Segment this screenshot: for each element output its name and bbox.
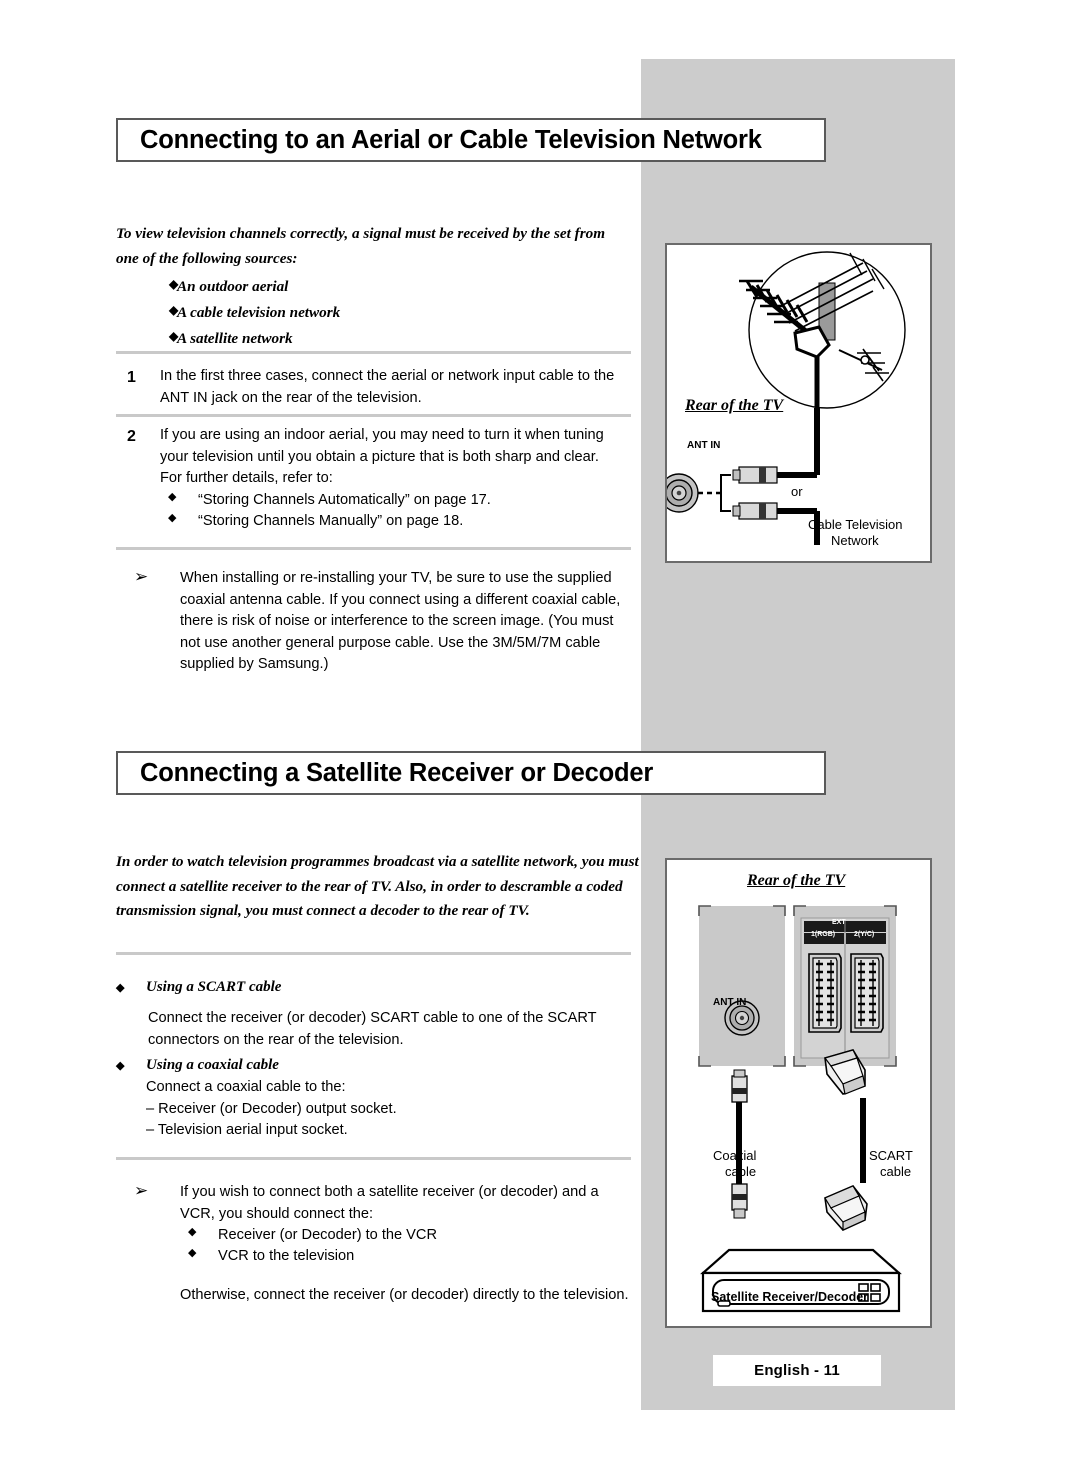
step-number: 2 bbox=[127, 428, 136, 445]
section-title-bar-aerial: Connecting to an Aerial or Cable Televis… bbox=[116, 118, 826, 162]
note-intro-text: If you wish to connect both a satellite … bbox=[180, 1184, 599, 1222]
arrow-icon: ➢ bbox=[134, 567, 149, 586]
coax-item-2: – Television aerial input socket. bbox=[146, 1122, 348, 1139]
step-text: In the first three cases, connect the ae… bbox=[160, 368, 615, 406]
step-body: If you are using an indoor aerial, you m… bbox=[160, 425, 631, 531]
note-text: When installing or re-installing your TV… bbox=[180, 570, 621, 673]
scart-plug-bottom bbox=[824, 1185, 868, 1231]
or-label: or bbox=[791, 484, 803, 499]
scart-subheading-row: ◆ Using a SCART cable bbox=[116, 979, 631, 996]
coax-subheading-row: ◆ Using a coaxial cable bbox=[116, 1057, 631, 1074]
note-body: If you wish to connect both a satellite … bbox=[180, 1182, 636, 1306]
scart-cable-illustration bbox=[823, 1049, 868, 1231]
diamond-icon: ◆ bbox=[116, 1060, 125, 1072]
step-text: If you are using an indoor aerial, you m… bbox=[160, 427, 604, 465]
coax-body: Connect a coaxial cable to the: – Receiv… bbox=[146, 1077, 616, 1142]
section1-intro-bullet-list: ◆ An outdoor aerial ◆ A cable television… bbox=[116, 274, 631, 352]
branch-bracket bbox=[720, 474, 731, 512]
list-item-label: A satellite network bbox=[177, 330, 293, 348]
coax-plug-lower bbox=[732, 502, 778, 520]
list-item-label: Receiver (or Decoder) to the VCR bbox=[218, 1227, 437, 1244]
scart-cable-label-line2: cable bbox=[880, 1164, 912, 1179]
diamond-icon: ◆ bbox=[169, 303, 179, 318]
diamond-icon: ◆ bbox=[168, 490, 177, 503]
diamond-icon: ◆ bbox=[168, 511, 177, 524]
step-number: 1 bbox=[127, 369, 136, 386]
satellite-receiver-label: Satellite Receiver/Decoder bbox=[711, 1290, 869, 1304]
ant-in-label-2: ANT IN bbox=[713, 997, 747, 1008]
scart2-label: 2(Y/C) bbox=[854, 931, 875, 938]
list-item: ◆ “Storing Channels Manually” on page 18… bbox=[160, 511, 631, 532]
list-item: ◆ An outdoor aerial bbox=[116, 274, 631, 300]
list-item: ◆ Receiver (or Decoder) to the VCR bbox=[180, 1225, 636, 1246]
coax-plug-bottom bbox=[731, 1183, 748, 1219]
list-item: ◆ A satellite network bbox=[116, 326, 631, 352]
section-title-satellite: Connecting a Satellite Receiver or Decod… bbox=[140, 758, 654, 787]
step-2: 2 If you are using an indoor aerial, you… bbox=[116, 425, 631, 531]
cable-television-label-line2: Network bbox=[831, 533, 879, 548]
diamond-icon: ◆ bbox=[188, 1226, 197, 1239]
cable-television-label-line1: Cable Television bbox=[808, 517, 903, 532]
list-item-label: “Storing Channels Manually” on page 18. bbox=[198, 512, 464, 529]
list-item-label: VCR to the television bbox=[218, 1247, 355, 1264]
scart-subheading: Using a SCART cable bbox=[146, 979, 282, 995]
list-item-label: A cable television network bbox=[177, 304, 341, 322]
section2-intro-paragraph: In order to watch television programmes … bbox=[116, 853, 639, 920]
diamond-icon: ◆ bbox=[169, 277, 179, 291]
coaxial-cable-label-line1: Coaxial bbox=[713, 1148, 757, 1163]
divider bbox=[116, 952, 631, 955]
scart-body-text: Connect the receiver (or decoder) SCART … bbox=[148, 1010, 597, 1048]
scart-connector-2 bbox=[850, 953, 884, 1033]
divider bbox=[116, 1157, 631, 1160]
coax-plug-top bbox=[731, 1069, 748, 1103]
tv-rear-panel-ant bbox=[698, 905, 786, 1067]
list-item-label: “Storing Channels Automatically” on page… bbox=[198, 491, 491, 508]
note-bullet-list: ◆ Receiver (or Decoder) to the VCR ◆ VCR… bbox=[180, 1225, 636, 1266]
diamond-icon: ◆ bbox=[116, 982, 125, 994]
divider bbox=[116, 547, 631, 550]
tv-rear-panel-scart bbox=[793, 905, 897, 1067]
arrow-icon: ➢ bbox=[134, 1181, 149, 1200]
section-title-bar-satellite: Connecting a Satellite Receiver or Decod… bbox=[116, 751, 826, 795]
page-number-label: English - 11 bbox=[754, 1362, 840, 1379]
diagram-aerial-connection: Rear of the TV ANT IN or Cable Televisio… bbox=[665, 243, 932, 563]
list-item-label: An outdoor aerial bbox=[177, 278, 289, 295]
step-2-bullet-list: ◆ “Storing Channels Automatically” on pa… bbox=[160, 490, 631, 531]
scart-cable-label-line1: SCART bbox=[869, 1148, 913, 1163]
list-item: ◆ VCR to the television bbox=[180, 1246, 636, 1267]
list-item: ◆ “Storing Channels Automatically” on pa… bbox=[160, 490, 631, 511]
rear-of-tv-label-2: Rear of the TV bbox=[747, 872, 846, 889]
coaxial-cable-label-line2: cable bbox=[725, 1164, 757, 1179]
coax-subheading: Using a coaxial cable bbox=[146, 1057, 279, 1073]
coax-item-1: – Receiver (or Decoder) output socket. bbox=[146, 1100, 397, 1117]
divider bbox=[116, 351, 631, 354]
section-title-aerial: Connecting to an Aerial or Cable Televis… bbox=[140, 125, 762, 154]
note-outro-text: Otherwise, connect the receiver (or deco… bbox=[180, 1286, 629, 1303]
ant-in-socket bbox=[667, 473, 699, 513]
ext-label: EXT bbox=[832, 919, 846, 926]
divider bbox=[116, 414, 631, 417]
rear-of-tv-label-1: Rear of the TV bbox=[685, 397, 784, 414]
scart1-label: 1(RGB) bbox=[811, 931, 836, 938]
section1-intro-paragraph: To view television channels correctly, a… bbox=[116, 225, 606, 267]
diamond-icon: ◆ bbox=[169, 329, 179, 344]
diagram-satellite-connection: Rear of the TV ANT IN EXT 1(RGB) 2(Y/C) … bbox=[665, 858, 932, 1328]
section1-note: ➢ When installing or re-installing your … bbox=[116, 567, 636, 676]
coax-intro-text: Connect a coaxial cable to the: bbox=[146, 1079, 346, 1095]
scart-connector-1 bbox=[808, 953, 842, 1033]
coaxial-cable-illustration bbox=[731, 1069, 748, 1219]
coax-plug-upper bbox=[732, 466, 778, 484]
document-page: Connecting to an Aerial or Cable Televis… bbox=[0, 0, 1080, 1473]
ant-in-label-1: ANT IN bbox=[687, 440, 721, 451]
diagram-satellite-svg bbox=[698, 905, 902, 1313]
page-footer: English - 11 bbox=[713, 1355, 881, 1386]
step-1: 1 In the first three cases, connect the … bbox=[116, 366, 631, 409]
step-text-secondary: For further details, refer to: bbox=[160, 470, 333, 487]
list-item: ◆ A cable television network bbox=[116, 300, 631, 326]
section2-note: ➢ If you wish to connect both a satellit… bbox=[116, 1181, 636, 1306]
diamond-icon: ◆ bbox=[188, 1246, 197, 1259]
